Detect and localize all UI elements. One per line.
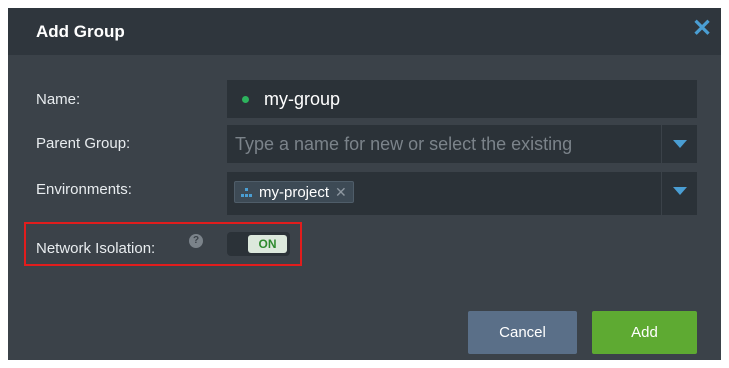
network-isolation-toggle[interactable]: ON [227,232,290,256]
status-dot-icon [242,96,249,103]
add-button[interactable]: Add [592,311,697,354]
network-isolation-label: Network Isolation: [36,240,156,257]
name-label: Name: [36,91,81,108]
dialog-header: Add Group ✕ [8,8,721,55]
name-value: my-group [264,89,341,109]
parent-group-placeholder: Type a name for new or select the existi… [235,134,573,154]
name-field[interactable]: my-group [227,80,697,118]
environment-icon [241,187,253,197]
remove-chip-icon[interactable]: ✕ [335,184,347,201]
parent-group-label: Parent Group: [36,135,131,152]
toggle-knob [230,235,250,253]
toggle-state: ON [248,235,287,253]
environments-tagfield[interactable]: my-project ✕ [227,172,697,215]
close-icon[interactable]: ✕ [691,17,713,41]
dropdown-arrow-icon[interactable] [661,172,697,215]
help-icon[interactable]: ? [189,234,203,248]
parent-group-combobox[interactable]: Type a name for new or select the existi… [227,125,697,163]
dropdown-arrow-icon[interactable] [661,125,697,163]
dialog-title: Add Group [36,22,125,41]
environment-chip: my-project ✕ [234,181,354,203]
environment-chip-label: my-project [259,183,330,201]
add-group-dialog: Add Group ✕ Name: my-group Parent Group:… [8,8,721,360]
environments-label: Environments: [36,181,132,198]
cancel-button[interactable]: Cancel [468,311,577,354]
